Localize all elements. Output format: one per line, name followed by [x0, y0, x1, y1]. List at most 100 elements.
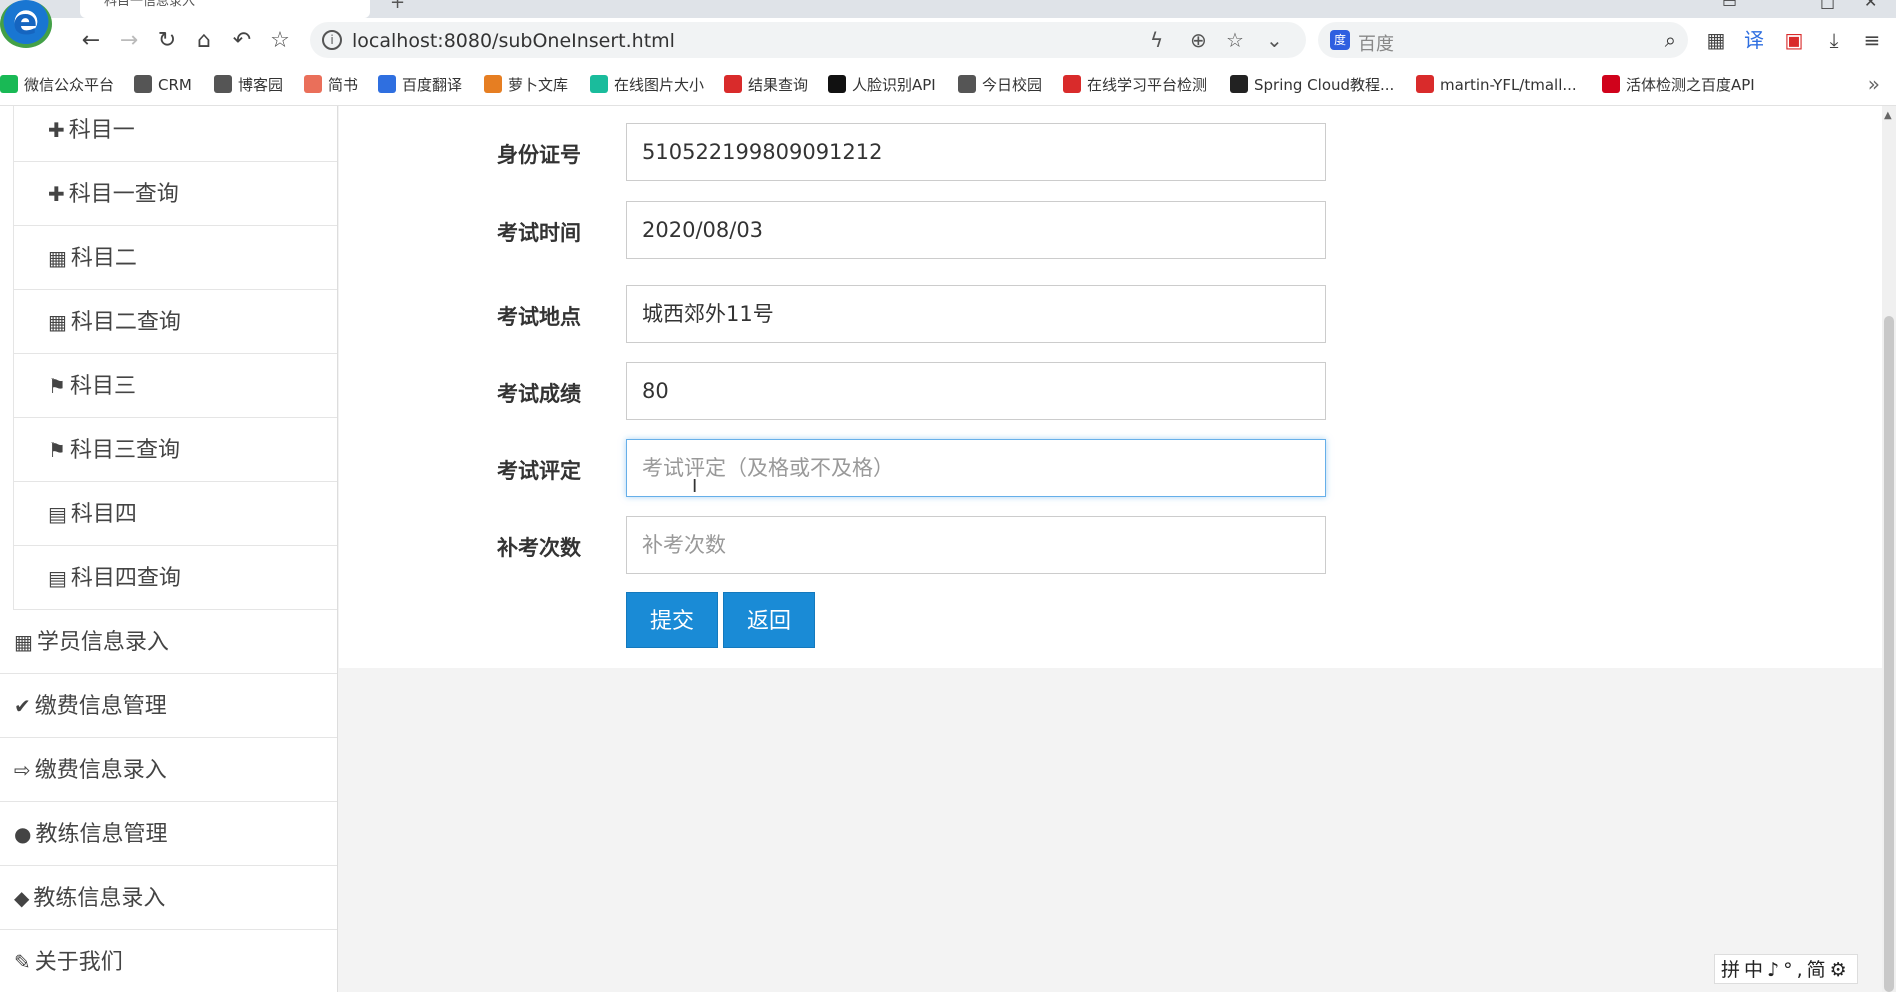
- home-icon[interactable]: ⌂: [191, 28, 217, 54]
- exam-location-label: 考试地点: [497, 305, 581, 329]
- navigation-bar: ← → ↻ ⌂ ↶ ☆ i localhost:8080/subOneInser…: [0, 18, 1896, 64]
- bookmark-star-icon[interactable]: ☆: [1226, 28, 1244, 52]
- sidebar-subitem[interactable]: ▤ 科目四查询: [13, 546, 337, 610]
- maximize-window-icon[interactable]: □: [1820, 0, 1835, 11]
- bookmark-item[interactable]: 今日校园: [958, 74, 1042, 96]
- sidebar-item[interactable]: ⇨ 缴费信息录入: [0, 738, 337, 802]
- bookmark-favicon-icon: [958, 75, 976, 93]
- bookmark-label: 结果查询: [748, 76, 809, 94]
- dropdown-chevron-icon[interactable]: ⌄: [1266, 28, 1283, 52]
- bookmark-favicon-icon: [134, 75, 152, 93]
- back-icon[interactable]: ←: [78, 28, 104, 54]
- address-bar[interactable]: i localhost:8080/subOneInsert.html ϟ ⊕ ☆…: [310, 22, 1306, 58]
- bookmark-item[interactable]: 结果查询: [724, 74, 808, 96]
- sidebar-item-label: 教练信息管理: [35, 822, 168, 847]
- forward-icon[interactable]: →: [116, 28, 142, 54]
- exam-date-label: 考试时间: [497, 221, 581, 245]
- bookmark-label: 百度翻译: [402, 76, 463, 94]
- bookmark-item[interactable]: 微信公众平台: [0, 74, 114, 96]
- sidebar-subitem[interactable]: ✚ 科目一查询: [13, 162, 337, 226]
- scroll-up-icon[interactable]: ▲: [1884, 110, 1892, 121]
- exam-date-input[interactable]: 2020/08/03: [626, 201, 1326, 259]
- bookmark-item[interactable]: 博客园: [214, 74, 283, 96]
- back-button[interactable]: 返回: [723, 592, 815, 648]
- bookmark-label: martin-YFL/tmall...: [1440, 76, 1577, 94]
- puzzle-icon: ✚: [48, 182, 65, 206]
- grid-icon: ▦: [48, 246, 67, 270]
- sidebar: ✚ 科目一 ✚ 科目一查询 ▦ 科目二 ▦ 科目二查询 ⚑ 科目三 ⚑ 科目三查询 ▤ 科目四 ▤ 科目四查询…: [0, 106, 338, 992]
- exam-result-input[interactable]: 考试评定（及格或不及格）: [626, 439, 1326, 497]
- browser-tab[interactable]: 科目一信息录入 ×: [80, 0, 370, 18]
- exam-score-input[interactable]: 80: [626, 362, 1326, 420]
- sidebar-item[interactable]: ✔ 缴费信息管理: [0, 674, 337, 738]
- title-bar: 科目一信息录入 × + ▭ □ ✕: [0, 0, 1896, 18]
- ime-toolbar[interactable]: 拼中♪°,简⚙: [1714, 954, 1858, 984]
- text-cursor-icon: I: [692, 476, 698, 497]
- exam-location-input[interactable]: 城西郊外11号: [626, 285, 1326, 343]
- bookmark-item[interactable]: martin-YFL/tmall...: [1416, 74, 1577, 96]
- bookmark-item[interactable]: 百度翻译: [378, 74, 462, 96]
- search-icon[interactable]: ⌕: [1665, 28, 1676, 52]
- retake-count-label: 补考次数: [497, 536, 581, 560]
- sidebar-subitem[interactable]: ▦ 科目二查询: [13, 290, 337, 354]
- scrollbar[interactable]: ▲: [1882, 106, 1896, 992]
- bookmark-favicon-icon: [304, 75, 322, 93]
- bookmark-item[interactable]: 在线图片大小: [590, 74, 704, 96]
- table-icon: ▦: [14, 630, 33, 654]
- restore-window-icon[interactable]: ▭: [1722, 0, 1737, 11]
- sidebar-subitem[interactable]: ✚ 科目一: [13, 106, 337, 162]
- bookmark-item[interactable]: CRM: [134, 74, 192, 96]
- sidebar-item[interactable]: ✎ 关于我们: [0, 930, 337, 992]
- bookmark-item[interactable]: 活体检测之百度API: [1602, 74, 1755, 96]
- download-icon[interactable]: ⤓: [1822, 28, 1846, 52]
- bookmark-favicon-icon: [1416, 75, 1434, 93]
- favorite-star-icon[interactable]: ☆: [267, 28, 293, 54]
- bookmark-label: 今日校园: [982, 76, 1043, 94]
- sidebar-item[interactable]: ▦ 学员信息录入: [0, 610, 337, 674]
- bookmark-label: 博客园: [238, 76, 284, 94]
- reload-icon[interactable]: ↻: [154, 28, 180, 54]
- bookmark-item[interactable]: 在线学习平台检测: [1063, 74, 1207, 96]
- baidu-icon: 度: [1330, 30, 1350, 50]
- translate-icon[interactable]: 译: [1742, 28, 1766, 52]
- bookmarks-more-icon[interactable]: »: [1868, 72, 1880, 96]
- scrollbar-thumb[interactable]: [1884, 316, 1894, 992]
- sidebar-subitem[interactable]: ⚑ 科目三查询: [13, 418, 337, 482]
- bookmark-item[interactable]: 萝卜文库: [484, 74, 568, 96]
- sidebar-subitem[interactable]: ▦ 科目二: [13, 226, 337, 290]
- url-text[interactable]: localhost:8080/subOneInsert.html: [352, 30, 675, 52]
- sidebar-item-label: 学员信息录入: [36, 630, 169, 655]
- new-tab-icon[interactable]: +: [390, 0, 405, 13]
- site-info-icon[interactable]: i: [322, 30, 342, 50]
- bookmark-label: Spring Cloud教程...: [1254, 76, 1395, 94]
- lightning-icon[interactable]: ϟ: [1150, 28, 1163, 52]
- close-window-icon[interactable]: ✕: [1864, 0, 1877, 11]
- bookmark-favicon-icon: [590, 75, 608, 93]
- bookmark-favicon-icon: [1602, 75, 1620, 93]
- bookmark-item[interactable]: Spring Cloud教程...: [1230, 74, 1394, 96]
- menu-icon[interactable]: ≡: [1860, 28, 1884, 52]
- undo-icon[interactable]: ↶: [229, 28, 255, 54]
- apps-grid-icon[interactable]: ▦: [1704, 28, 1728, 52]
- bookmark-label: 微信公众平台: [24, 76, 115, 94]
- puzzle-icon: ✚: [48, 118, 65, 142]
- sidebar-subitem[interactable]: ▤ 科目四: [13, 482, 337, 546]
- tab-title: 科目一信息录入: [104, 0, 196, 9]
- search-box[interactable]: 度 百度 ⌕: [1318, 22, 1688, 58]
- bookmark-item[interactable]: 人脸识别API: [828, 74, 936, 96]
- pdf-icon[interactable]: ▣: [1782, 28, 1806, 52]
- bookmark-item[interactable]: 简书: [304, 74, 358, 96]
- ime-status-text: 拼中♪°,简⚙: [1721, 959, 1851, 981]
- sidebar-item[interactable]: ◆ 教练信息录入: [0, 866, 337, 930]
- sidebar-subitem[interactable]: ⚑ 科目三: [13, 354, 337, 418]
- retake-count-input[interactable]: 补考次数: [626, 516, 1326, 574]
- sidebar-item[interactable]: ● 教练信息管理: [0, 802, 337, 866]
- submit-button[interactable]: 提交: [626, 592, 718, 648]
- bookmark-label: 在线图片大小: [614, 76, 705, 94]
- edit-icon: ✎: [14, 950, 31, 974]
- sidebar-subitem-label: 科目二: [70, 246, 137, 271]
- zoom-icon[interactable]: ⊕: [1190, 28, 1207, 52]
- bookmark-label: 在线学习平台检测: [1087, 76, 1208, 94]
- id-number-input[interactable]: 510522199809091212: [626, 123, 1326, 181]
- sidebar-subitem-label: 科目三: [69, 374, 136, 399]
